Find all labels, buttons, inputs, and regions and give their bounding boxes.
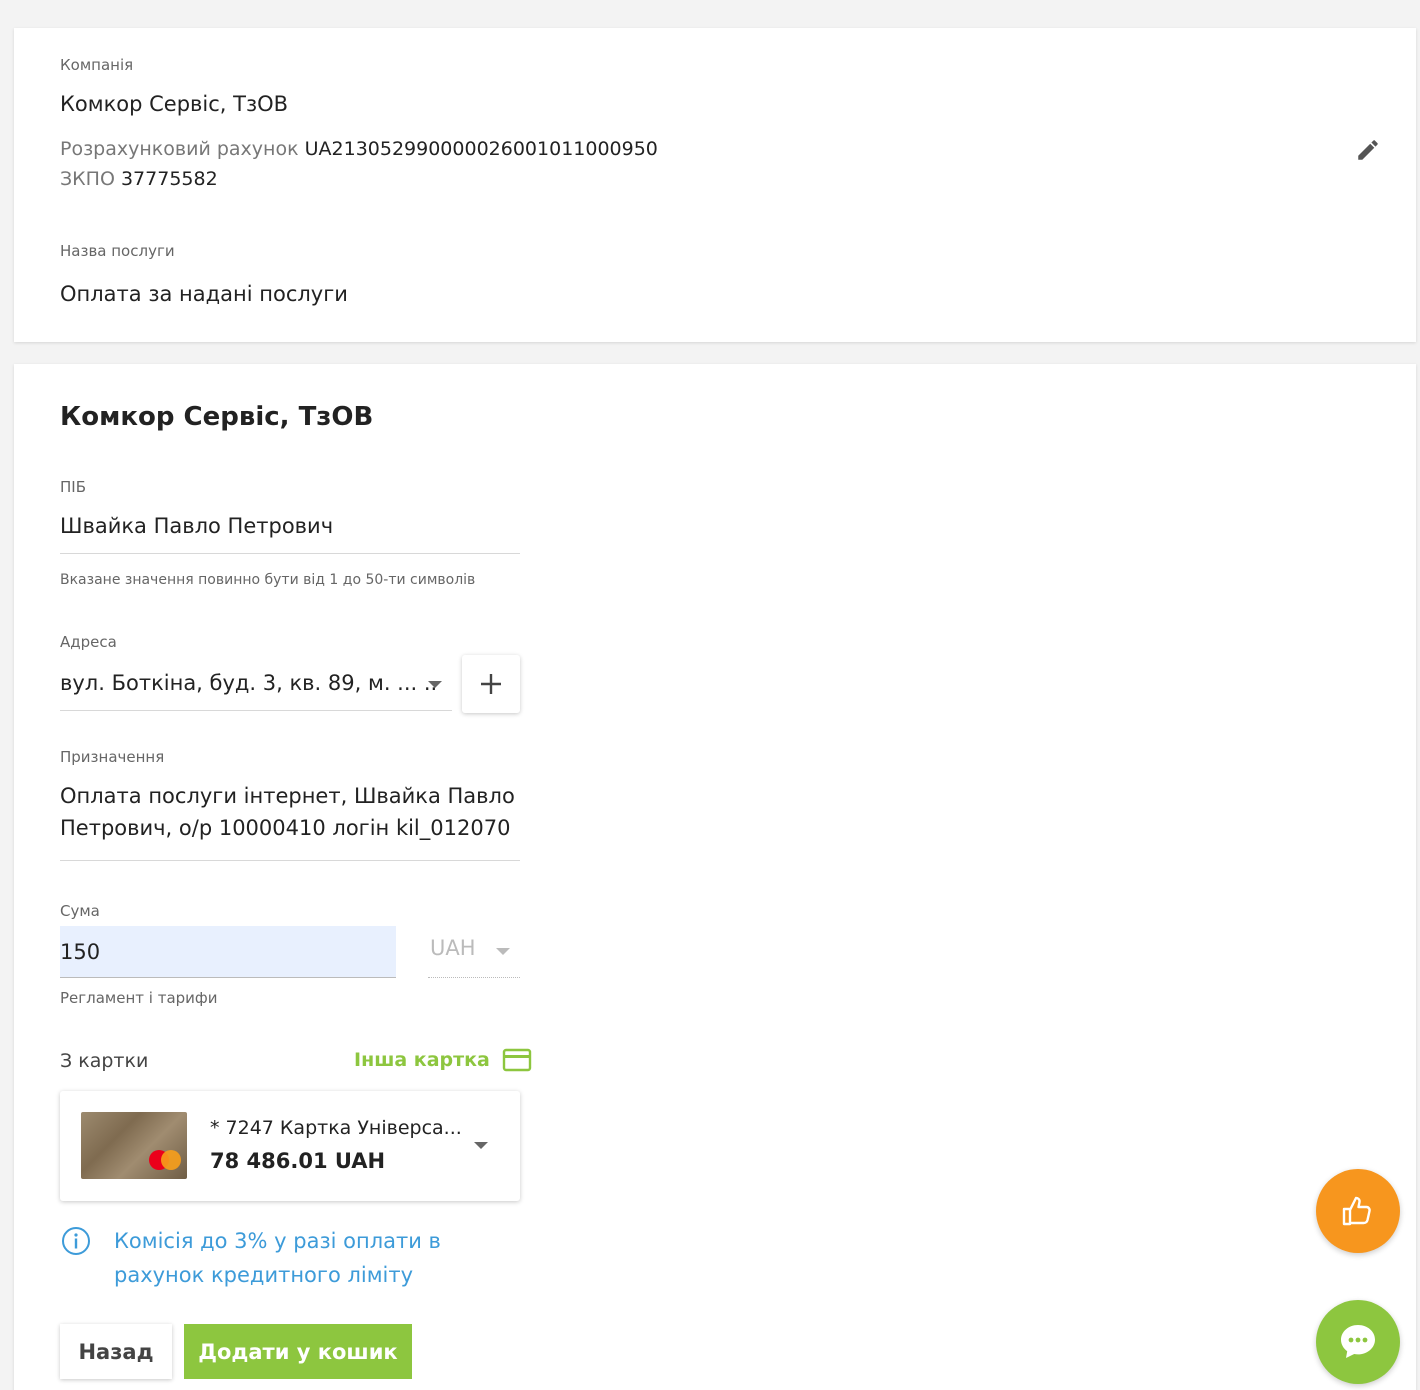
form-title: Комкор Сервіс, ТзОВ (60, 402, 374, 432)
payment-form-card: Комкор Сервіс, ТзОВ ПІБ Швайка Павло Пет… (14, 364, 1416, 1390)
chevron-down-icon (496, 948, 510, 955)
address-label: Адреса (60, 633, 117, 651)
edrpou-value: 37775582 (120, 168, 218, 190)
service-label: Назва послуги (60, 242, 175, 260)
service-value: Оплата за надані послуги (60, 282, 348, 306)
info-icon (62, 1227, 90, 1255)
name-hint: Вказане значення повинно бути від 1 до 5… (60, 572, 476, 588)
card-select[interactable]: * 7247 Картка Універса... 78 486.01 UAH (60, 1091, 520, 1201)
amount-label: Сума (60, 902, 100, 920)
card-image (81, 1112, 187, 1179)
purpose-label: Призначення (60, 748, 165, 766)
name-field-underline (60, 553, 520, 554)
currency-select[interactable]: UAH (428, 926, 520, 978)
purpose-line-2: Петрович, о/р 10000410 логін kil_012070 (60, 816, 511, 840)
purpose-field[interactable]: Оплата послуги інтернет, Швайка Павло Пе… (60, 784, 520, 862)
address-value: вул. Боткіна, буд. 3, кв. 89, м. ... .. (60, 671, 438, 695)
mastercard-logo-orange (161, 1150, 181, 1170)
account-row: Розрахунковий рахунок UA2130529900000260… (60, 138, 658, 160)
pencil-icon (1358, 140, 1378, 160)
account-label: Розрахунковий рахунок (60, 138, 299, 160)
name-field[interactable]: Швайка Павло Петрович (60, 514, 333, 538)
account-value: UA213052990000026001011000950 (304, 138, 658, 160)
plus-icon (481, 674, 501, 694)
commission-info: Комісія до 3% у разі оплати в рахунок кр… (60, 1224, 474, 1292)
company-label: Компанія (60, 56, 134, 74)
edit-button[interactable] (1340, 122, 1396, 178)
tariffs-link[interactable]: Регламент і тарифи (60, 989, 218, 1007)
edrpou-row: ЗКПО 37775582 (60, 168, 218, 190)
address-underline (60, 710, 452, 711)
purpose-line-1: Оплата послуги інтернет, Швайка Павло (60, 784, 515, 808)
thumbs-up-icon (1342, 1196, 1371, 1226)
chat-button[interactable] (1316, 1300, 1400, 1384)
back-button[interactable]: Назад (60, 1324, 172, 1379)
add-address-button[interactable] (462, 655, 520, 713)
chevron-down-icon (474, 1142, 488, 1149)
chat-bubble-icon (1341, 1325, 1375, 1358)
edrpou-label: ЗКПО (60, 168, 115, 190)
purpose-underline (60, 860, 520, 861)
credit-card-icon (502, 1048, 532, 1072)
company-info-card: Компанія Комкор Сервіс, ТзОВ Розрахунков… (14, 28, 1416, 342)
company-name: Комкор Сервіс, ТзОВ (60, 92, 289, 116)
currency-value: UAH (430, 936, 476, 960)
chevron-down-icon (428, 681, 442, 688)
address-select[interactable]: вул. Боткіна, буд. 3, кв. 89, м. ... .. (60, 664, 452, 712)
other-card-label: Інша картка (354, 1049, 490, 1071)
from-card-label: З картки (60, 1050, 149, 1072)
commission-info-text[interactable]: Комісія до 3% у разі оплати в рахунок кр… (114, 1224, 474, 1292)
other-card-button[interactable]: Інша картка (354, 1048, 532, 1072)
card-balance: 78 486.01 UAH (210, 1149, 386, 1173)
name-label: ПІБ (60, 478, 86, 496)
currency-underline (428, 977, 520, 978)
feedback-button[interactable] (1316, 1169, 1400, 1253)
amount-input[interactable] (60, 926, 396, 978)
card-name: * 7247 Картка Універса... (210, 1117, 462, 1139)
add-to-cart-button[interactable]: Додати у кошик (184, 1324, 412, 1379)
